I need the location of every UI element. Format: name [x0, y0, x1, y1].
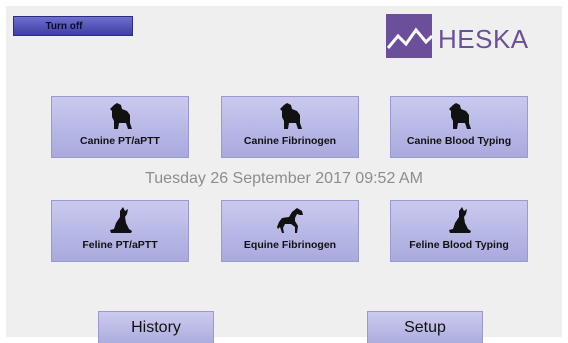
- heska-logo-text: HESKA: [438, 24, 529, 54]
- test-canine-pt-aptt-button[interactable]: Canine PT/aPTT: [51, 96, 189, 158]
- main-screen: Turn off HESKA Canine PT/aPTT Canine Fib…: [6, 6, 562, 343]
- cat-icon: [449, 207, 471, 233]
- test-equine-fibrinogen-button[interactable]: Equine Fibrinogen: [221, 200, 359, 262]
- test-feline-pt-aptt-button[interactable]: Feline PT/aPTT: [51, 200, 189, 262]
- test-label: Feline PT/aPTT: [82, 239, 158, 251]
- heska-logo: HESKA: [386, 14, 548, 58]
- test-label: Equine Fibrinogen: [243, 239, 337, 251]
- current-datetime: Tuesday 26 September 2017 09:52 AM: [145, 170, 423, 187]
- cat-icon: [110, 207, 132, 233]
- test-canine-fibrinogen-button[interactable]: Canine Fibrinogen: [221, 96, 359, 158]
- test-label: Feline Blood Typing: [409, 239, 509, 251]
- test-feline-blood-typing-button[interactable]: Feline Blood Typing: [390, 200, 528, 262]
- test-canine-blood-typing-button[interactable]: Canine Blood Typing: [390, 96, 528, 158]
- turn-off-button[interactable]: Turn off: [13, 16, 133, 36]
- dog-icon: [280, 103, 302, 129]
- history-button[interactable]: History: [98, 311, 214, 343]
- test-label: Canine Fibrinogen: [243, 135, 337, 147]
- dog-icon: [110, 103, 132, 129]
- test-label: Canine Blood Typing: [406, 135, 512, 147]
- setup-button[interactable]: Setup: [367, 311, 483, 343]
- horse-icon: [277, 208, 303, 233]
- dog-icon: [449, 103, 471, 129]
- test-label: Canine PT/aPTT: [80, 135, 160, 147]
- heska-logo-mark-icon: [386, 14, 432, 58]
